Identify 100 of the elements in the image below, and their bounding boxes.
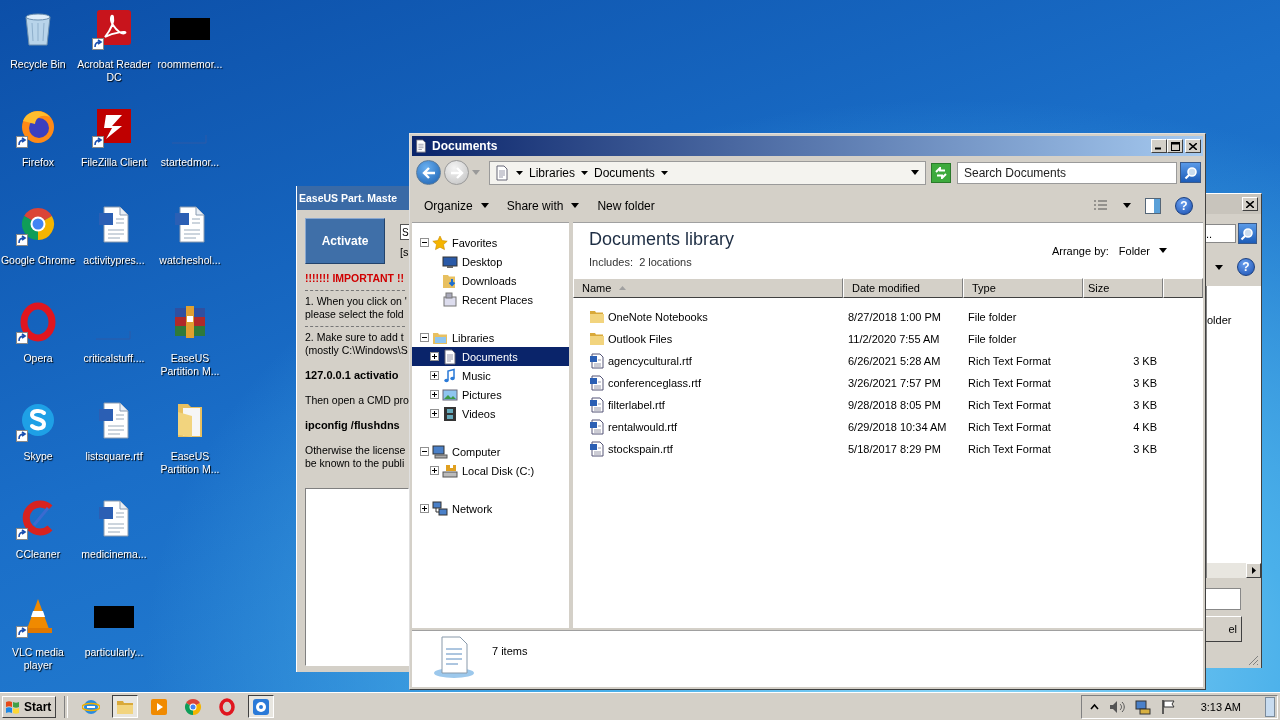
- desktop-icon-label[interactable]: Google Chrome: [0, 254, 77, 267]
- expand-icon[interactable]: [420, 504, 429, 513]
- document-icon[interactable]: [589, 375, 605, 391]
- maximize-button[interactable]: [1167, 139, 1183, 153]
- caret-icon[interactable]: [1123, 203, 1131, 208]
- caret-icon[interactable]: [1215, 264, 1223, 270]
- expand-icon[interactable]: [430, 352, 439, 361]
- expand-icon[interactable]: [430, 390, 439, 399]
- file-name[interactable]: OneNote Notebooks: [608, 311, 708, 323]
- nav-item[interactable]: Videos: [412, 404, 569, 423]
- lightning-tile-icon[interactable]: [94, 106, 134, 146]
- close-button[interactable]: [1185, 139, 1201, 153]
- desktop-icon-label[interactable]: particularly...: [75, 646, 153, 659]
- network-icon[interactable]: [1134, 698, 1151, 715]
- nav-item[interactable]: Local Disk (C:): [412, 461, 569, 480]
- desktop-icon-label[interactable]: EaseUS Partition M...: [151, 450, 229, 476]
- caret-icon[interactable]: [581, 170, 589, 175]
- nav-item[interactable]: Documents: [412, 347, 569, 366]
- breadcrumb-item[interactable]: Documents: [594, 165, 655, 180]
- desktop-icon-label[interactable]: Opera: [0, 352, 77, 365]
- document-icon[interactable]: [589, 441, 605, 457]
- file-name[interactable]: Outlook Files: [608, 333, 673, 345]
- taskbar-button[interactable]: [248, 695, 275, 718]
- file-name[interactable]: conferenceglass.rtf: [608, 377, 701, 389]
- search-field[interactable]: ..: [1206, 224, 1236, 243]
- file-name[interactable]: stockspain.rtf: [608, 443, 673, 455]
- desktop-icon-label[interactable]: roommemor...: [151, 58, 229, 71]
- dialog-button[interactable]: el: [1206, 616, 1242, 642]
- search-button[interactable]: [1180, 162, 1201, 183]
- pdf-app-icon[interactable]: [94, 8, 134, 48]
- breadcrumb-item[interactable]: Libraries: [529, 165, 576, 180]
- scroll-right-button[interactable]: [1246, 563, 1261, 578]
- speaker-icon[interactable]: [1108, 699, 1125, 714]
- column-header[interactable]: Type: [963, 278, 1083, 298]
- desktop-icon-label[interactable]: watcheshol...: [151, 254, 229, 267]
- collapse-icon[interactable]: [420, 333, 429, 342]
- taskbar-button[interactable]: [112, 695, 139, 718]
- nav-item[interactable]: Music: [412, 366, 569, 385]
- file-name[interactable]: filterlabel.rtf: [608, 399, 665, 411]
- chevron-up-icon[interactable]: [1089, 702, 1099, 711]
- desktop-icon-label[interactable]: listsquare.rtf: [75, 450, 153, 463]
- nav-item[interactable]: Pictures: [412, 385, 569, 404]
- flag-icon[interactable]: [1160, 699, 1175, 714]
- activate-button[interactable]: Activate: [305, 218, 385, 264]
- desktop-icon-label[interactable]: activitypres...: [75, 254, 153, 267]
- back-button[interactable]: [416, 160, 441, 185]
- caret-icon[interactable]: [516, 170, 523, 175]
- caret-icon[interactable]: [911, 170, 919, 175]
- file-name-field[interactable]: [1206, 588, 1241, 610]
- collapse-icon[interactable]: [420, 447, 429, 456]
- column-header[interactable]: Name: [573, 278, 843, 298]
- desktop-icon-label[interactable]: Skype: [0, 450, 77, 463]
- document-icon[interactable]: [589, 419, 605, 435]
- expand-icon[interactable]: [430, 409, 439, 418]
- library-includes[interactable]: Includes: 2 locations: [589, 256, 735, 268]
- caret-icon[interactable]: [660, 170, 668, 175]
- ring-icon[interactable]: [18, 302, 58, 342]
- file-name[interactable]: agencycultural.rtf: [608, 355, 692, 367]
- nav-item[interactable]: Favorites: [412, 233, 569, 252]
- desktop-icon-label[interactable]: medicinema...: [75, 548, 153, 561]
- desktop-icon-label[interactable]: Recycle Bin: [0, 58, 77, 71]
- nav-item[interactable]: Downloads: [412, 271, 569, 290]
- horizontal-scrollbar[interactable]: [1207, 563, 1261, 578]
- column-header[interactable]: Date modified: [843, 278, 963, 298]
- arrange-dropdown[interactable]: Folder: [1118, 244, 1167, 257]
- search-field[interactable]: Search Documents: [957, 161, 1177, 184]
- nav-item[interactable]: Network: [412, 499, 569, 518]
- desktop-icon-label[interactable]: criticalstuff....: [75, 352, 153, 365]
- preview-pane-icon[interactable]: [1145, 197, 1161, 214]
- file-name[interactable]: rentalwould.rtf: [608, 421, 678, 433]
- refresh-button[interactable]: [931, 162, 951, 183]
- clock[interactable]: 3:13 AM: [1200, 700, 1241, 713]
- desktop-icon-label[interactable]: CCleaner: [0, 548, 77, 561]
- document-icon[interactable]: [589, 397, 605, 413]
- document-icon[interactable]: [589, 353, 605, 369]
- resize-grip-icon[interactable]: [1248, 655, 1259, 666]
- desktop-icon-label[interactable]: startedmor...: [151, 156, 229, 169]
- collapse-icon[interactable]: [420, 238, 429, 247]
- start-button[interactable]: Start: [2, 695, 57, 718]
- desktop-icon-label[interactable]: Firefox: [0, 156, 77, 169]
- nav-item[interactable]: Libraries: [412, 328, 569, 347]
- address-bar[interactable]: Libraries Documents: [489, 160, 926, 185]
- minimize-button[interactable]: [1151, 139, 1167, 153]
- desktop-icon-label[interactable]: Acrobat Reader DC: [75, 58, 153, 84]
- command-text: 127.0.0.1 activatio: [305, 369, 400, 382]
- nav-item[interactable]: Recent Places: [412, 290, 569, 309]
- desktop-icon-label[interactable]: EaseUS Partition M...: [151, 352, 229, 378]
- search-button[interactable]: [1237, 223, 1257, 244]
- nav-item[interactable]: Desktop: [412, 252, 569, 271]
- toolbar-button[interactable]: New folder: [591, 194, 661, 217]
- expand-icon[interactable]: [430, 371, 439, 380]
- show-desktop-icon[interactable]: [1265, 696, 1275, 717]
- close-button[interactable]: [1242, 197, 1258, 211]
- toolbar-button[interactable]: Organize: [418, 194, 495, 217]
- column-header[interactable]: Size: [1083, 278, 1163, 298]
- desktop-icon-label[interactable]: FileZilla Client: [75, 156, 153, 169]
- expand-icon[interactable]: [430, 466, 439, 475]
- desktop-icon-label[interactable]: VLC media player: [0, 646, 77, 672]
- nav-item[interactable]: Computer: [412, 442, 569, 461]
- toolbar-button[interactable]: Share with: [500, 194, 586, 217]
